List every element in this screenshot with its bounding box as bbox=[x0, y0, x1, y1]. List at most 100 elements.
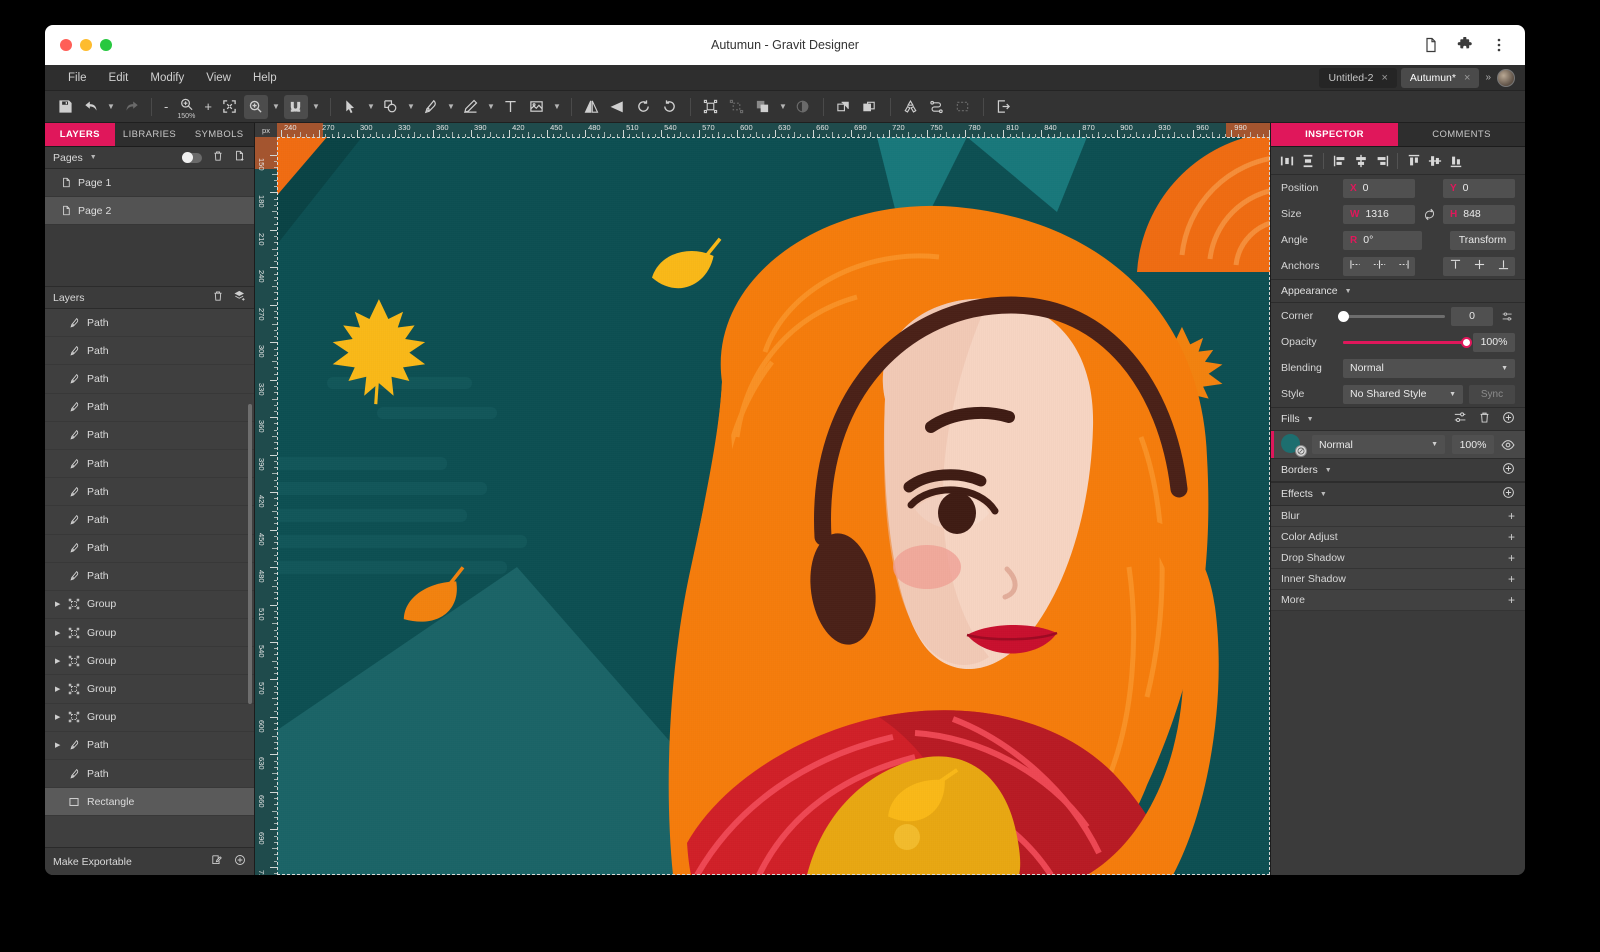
corner-slider-knob[interactable] bbox=[1338, 311, 1349, 322]
layers-list[interactable]: ▶Path▶Path▶Path▶Path▶Path▶Path▶Path▶Path… bbox=[45, 309, 254, 847]
boolean-caret-icon[interactable]: ▼ bbox=[777, 96, 789, 118]
save-icon[interactable] bbox=[53, 95, 77, 119]
image-icon[interactable] bbox=[525, 95, 549, 119]
expand-arrow-icon[interactable]: ▶ bbox=[55, 685, 62, 693]
zoom-caret-icon[interactable]: ▼ bbox=[270, 96, 282, 118]
layer-row[interactable]: ▶Group bbox=[45, 704, 254, 732]
shape-caret-icon[interactable]: ▼ bbox=[405, 96, 417, 118]
effect-row-more[interactable]: More+ bbox=[1271, 590, 1525, 611]
layer-row[interactable]: ▶Path bbox=[45, 365, 254, 393]
size-width-input[interactable]: W 1316 bbox=[1343, 205, 1415, 224]
position-x-input[interactable]: X 0 bbox=[1343, 179, 1415, 198]
fit-screen-icon[interactable] bbox=[218, 95, 242, 119]
corner-slider[interactable] bbox=[1343, 315, 1445, 318]
zoom-in-button[interactable]: + bbox=[200, 99, 216, 114]
layer-row[interactable]: ▶Path bbox=[45, 506, 254, 534]
fill-blend-select[interactable]: Normal ▼ bbox=[1312, 435, 1445, 454]
send-backward-icon[interactable] bbox=[858, 95, 882, 119]
eye-icon[interactable] bbox=[1501, 438, 1515, 452]
menu-help[interactable]: Help bbox=[244, 69, 286, 87]
pen-icon[interactable] bbox=[419, 95, 443, 119]
layer-row[interactable]: ▶Path bbox=[45, 337, 254, 365]
marquee-icon[interactable] bbox=[951, 95, 975, 119]
sync-button[interactable]: Sync bbox=[1469, 385, 1515, 404]
layer-row[interactable]: ▶Group bbox=[45, 675, 254, 703]
page-row-2[interactable]: Page 2 bbox=[45, 197, 254, 225]
layer-row[interactable]: ▶Path bbox=[45, 478, 254, 506]
fill-color-swatch[interactable] bbox=[1281, 434, 1305, 456]
layer-row[interactable]: ▶Path bbox=[45, 760, 254, 788]
menu-view[interactable]: View bbox=[197, 69, 240, 87]
pointer-caret-icon[interactable]: ▼ bbox=[365, 96, 377, 118]
avatar[interactable] bbox=[1497, 69, 1515, 87]
add-layer-icon[interactable] bbox=[234, 289, 246, 307]
fill-opacity-input[interactable]: 100% bbox=[1452, 435, 1494, 454]
menu-modify[interactable]: Modify bbox=[141, 69, 193, 87]
layer-row[interactable]: ▶Group bbox=[45, 591, 254, 619]
fill-settings-icon[interactable] bbox=[1454, 411, 1467, 427]
effect-row-blur[interactable]: Blur+ bbox=[1271, 506, 1525, 527]
add-icon[interactable]: + bbox=[1508, 593, 1515, 607]
menu-edit[interactable]: Edit bbox=[100, 69, 138, 87]
snap-magnet-icon[interactable] bbox=[284, 95, 308, 119]
expand-arrow-icon[interactable]: ▶ bbox=[55, 629, 62, 637]
chevron-down-icon[interactable]: ▼ bbox=[1307, 416, 1314, 423]
angle-input[interactable]: R 0° bbox=[1343, 231, 1422, 250]
anchor-center-h-icon[interactable] bbox=[1373, 257, 1386, 275]
redo-icon[interactable] bbox=[119, 95, 143, 119]
layer-row[interactable]: ▶Path bbox=[45, 309, 254, 337]
rotate-left-icon[interactable] bbox=[632, 95, 656, 119]
tab-layers[interactable]: LAYERS bbox=[45, 123, 115, 147]
layer-row[interactable]: ▶Rectangle bbox=[45, 788, 254, 816]
ungroup-icon[interactable] bbox=[725, 95, 749, 119]
boolean-icon[interactable] bbox=[751, 95, 775, 119]
anchor-middle-icon[interactable] bbox=[1473, 257, 1486, 275]
pencil-caret-icon[interactable]: ▼ bbox=[485, 96, 497, 118]
trash-icon[interactable] bbox=[212, 149, 224, 167]
snap-caret-icon[interactable]: ▼ bbox=[310, 96, 322, 118]
group-icon[interactable] bbox=[699, 95, 723, 119]
tab-symbols[interactable]: SYMBOLS bbox=[184, 123, 254, 147]
color-picker-icon[interactable] bbox=[1295, 445, 1307, 457]
extensions-icon[interactable] bbox=[1457, 37, 1473, 53]
fill-item[interactable]: Normal ▼ 100% bbox=[1271, 431, 1525, 458]
flip-vertical-icon[interactable] bbox=[606, 95, 630, 119]
layer-row[interactable]: ▶Path bbox=[45, 394, 254, 422]
maximize-window-button[interactable] bbox=[100, 39, 112, 51]
tab-inspector[interactable]: INSPECTOR bbox=[1271, 123, 1398, 147]
align-right-icon[interactable] bbox=[1372, 151, 1391, 171]
recycle-icon[interactable] bbox=[899, 95, 923, 119]
more-icon[interactable] bbox=[1491, 37, 1507, 53]
pointer-icon[interactable] bbox=[339, 95, 363, 119]
document-tab-autumun[interactable]: Autumun* × bbox=[1401, 68, 1480, 88]
image-caret-icon[interactable]: ▼ bbox=[551, 96, 563, 118]
flip-horizontal-icon[interactable] bbox=[580, 95, 604, 119]
add-icon[interactable]: + bbox=[1508, 572, 1515, 586]
chevron-down-icon[interactable]: ▼ bbox=[90, 154, 97, 161]
chevron-down-icon[interactable]: ▼ bbox=[1431, 441, 1438, 448]
effect-row-color-adjust[interactable]: Color Adjust+ bbox=[1271, 527, 1525, 548]
pencil-icon[interactable] bbox=[459, 95, 483, 119]
page-row-1[interactable]: Page 1 bbox=[45, 169, 254, 197]
align-left-icon[interactable] bbox=[1330, 151, 1349, 171]
close-icon[interactable]: × bbox=[1464, 72, 1470, 84]
style-select[interactable]: No Shared Style ▼ bbox=[1343, 385, 1463, 404]
expand-arrow-icon[interactable]: ▶ bbox=[55, 741, 62, 749]
close-window-button[interactable] bbox=[60, 39, 72, 51]
blending-select[interactable]: Normal ▼ bbox=[1343, 359, 1515, 378]
zoom-tool-icon[interactable] bbox=[244, 95, 268, 119]
chevron-down-icon[interactable]: ▼ bbox=[1501, 365, 1508, 372]
ruler-unit-label[interactable]: px bbox=[255, 123, 277, 137]
document-tab-untitled-2[interactable]: Untitled-2 × bbox=[1319, 68, 1396, 88]
layer-row[interactable]: ▶Path bbox=[45, 732, 254, 760]
layers-scrollbar[interactable] bbox=[248, 404, 252, 704]
pen-caret-icon[interactable]: ▼ bbox=[445, 96, 457, 118]
link-ratio-icon[interactable] bbox=[1421, 208, 1437, 221]
chevron-down-icon[interactable]: ▼ bbox=[1449, 391, 1456, 398]
opacity-slider[interactable] bbox=[1343, 341, 1467, 344]
expand-arrow-icon[interactable]: ▶ bbox=[55, 657, 62, 665]
corner-value-input[interactable]: 0 bbox=[1451, 307, 1493, 326]
position-y-input[interactable]: Y 0 bbox=[1443, 179, 1515, 198]
tab-comments[interactable]: COMMENTS bbox=[1398, 123, 1525, 147]
bring-forward-icon[interactable] bbox=[832, 95, 856, 119]
